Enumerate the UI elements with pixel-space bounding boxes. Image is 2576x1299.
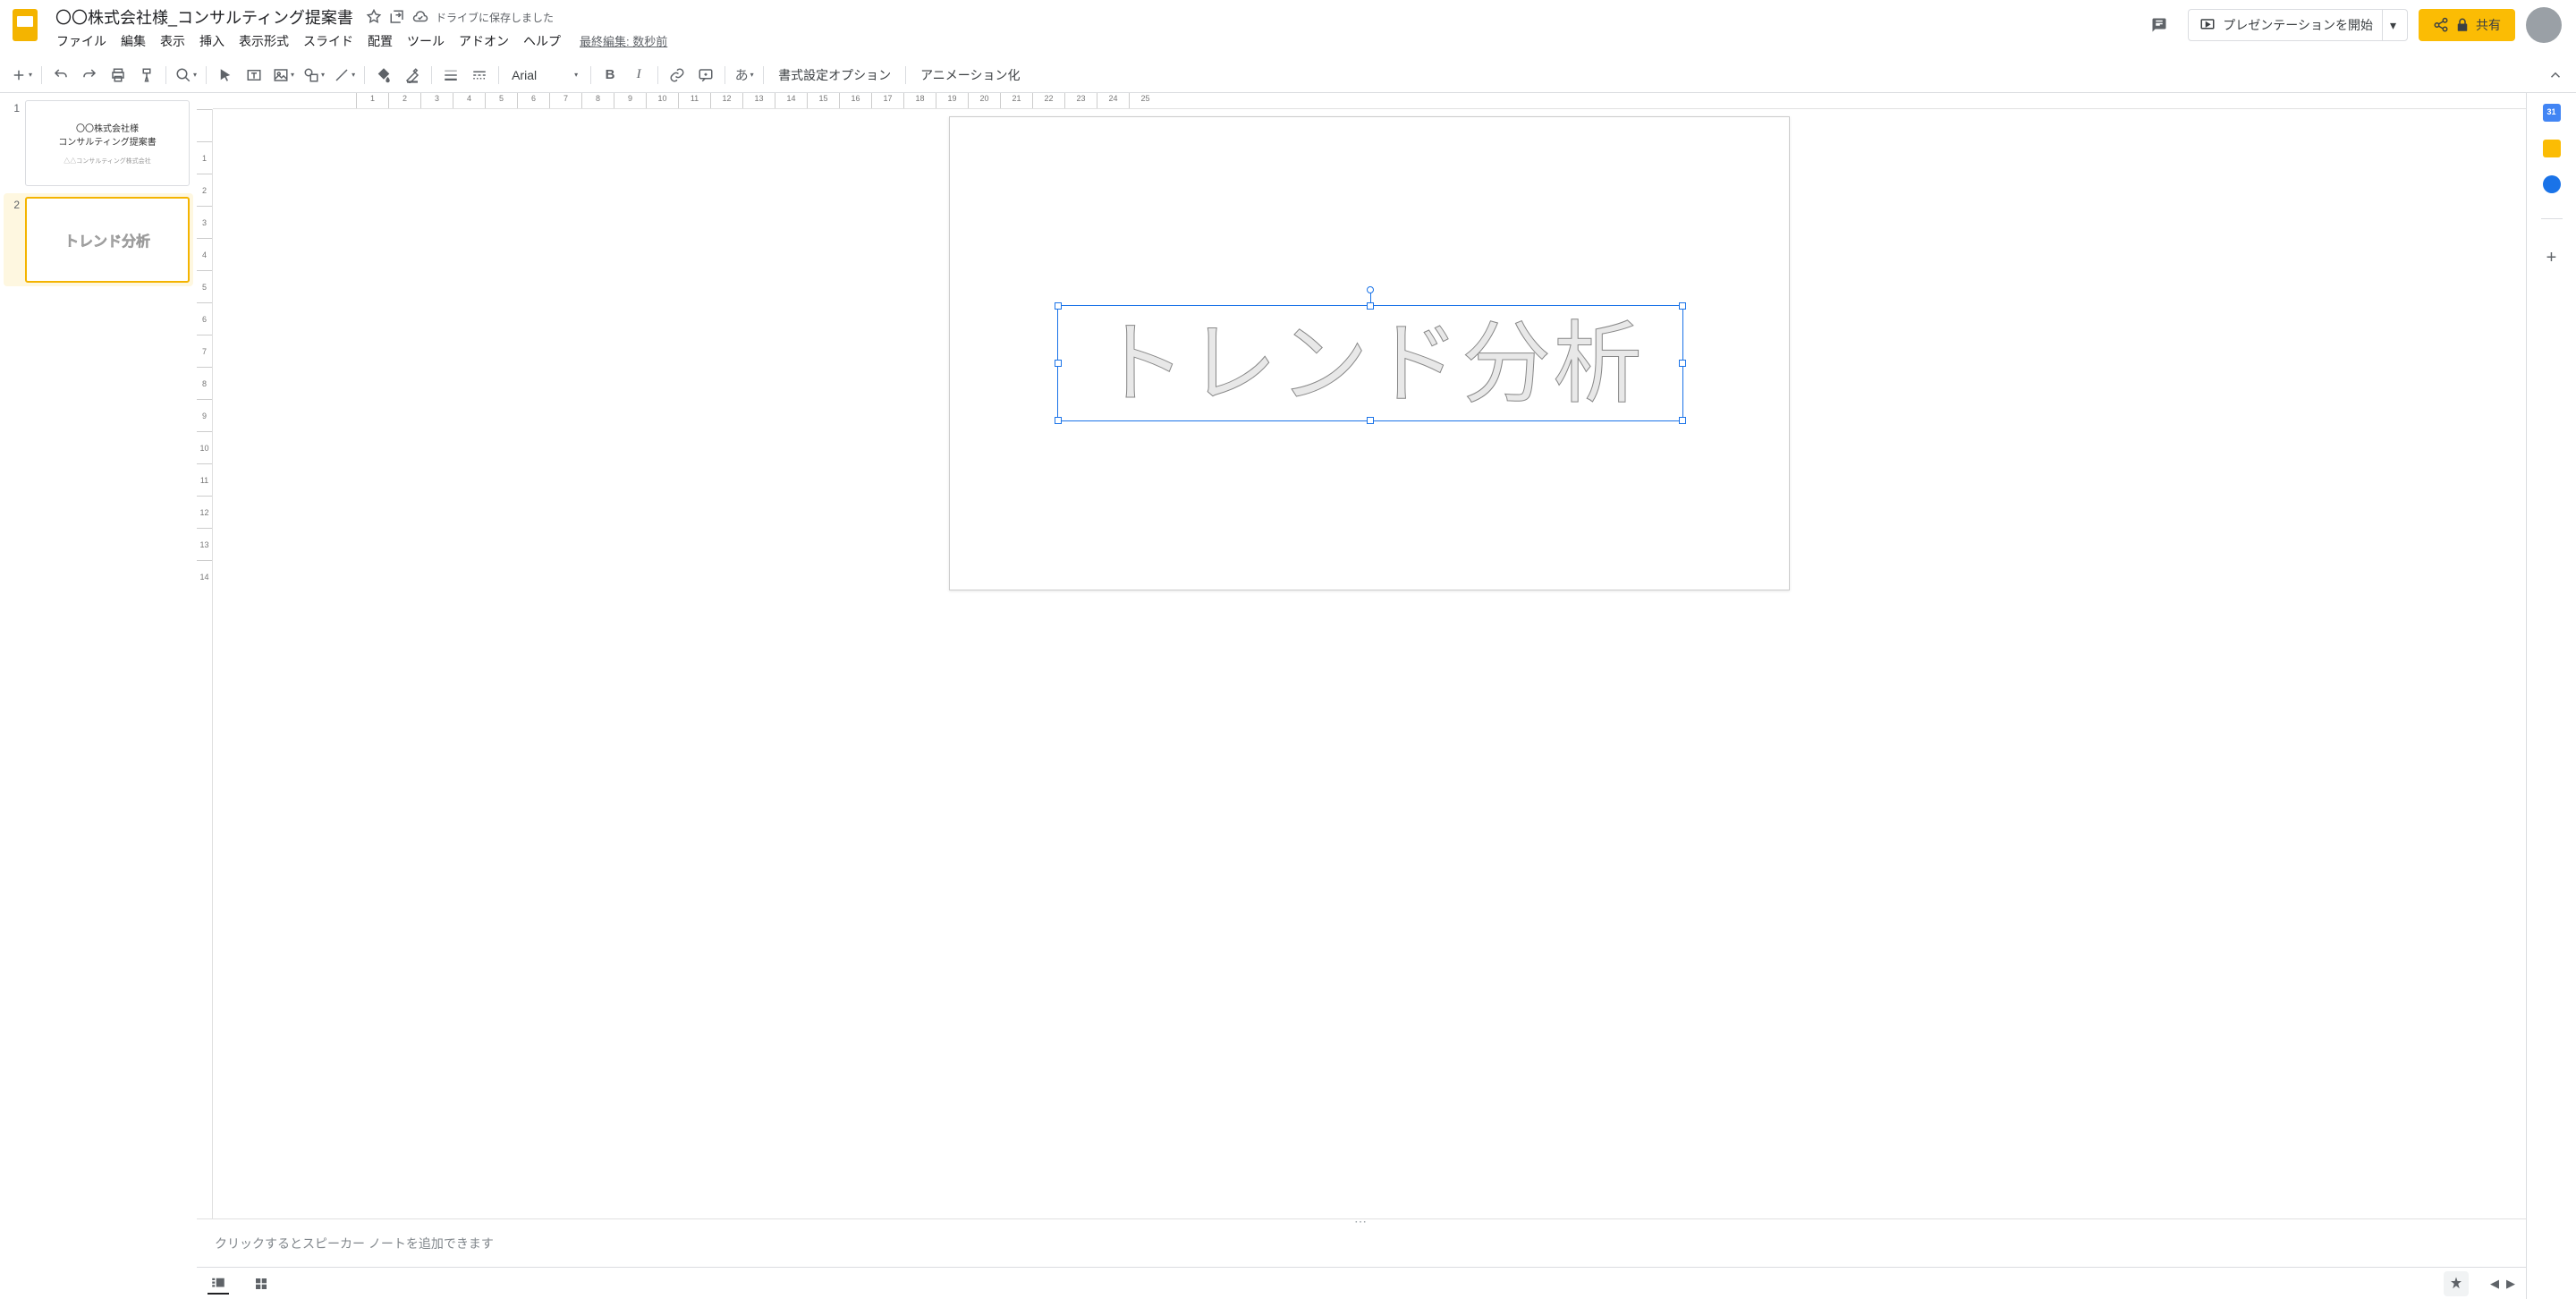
resize-handle[interactable] [1055, 302, 1062, 310]
slide-canvas[interactable]: トレンド分析 [949, 116, 1790, 590]
add-addon-icon[interactable]: + [2543, 248, 2561, 266]
present-dropdown[interactable]: ▾ [2382, 10, 2396, 40]
resize-handle[interactable] [1367, 302, 1374, 310]
save-status: ドライブに保存しました [436, 10, 554, 25]
menu-slide[interactable]: スライド [297, 29, 360, 54]
thumb-number: 1 [7, 100, 20, 186]
menu-file[interactable]: ファイル [50, 29, 113, 54]
prev-slide-icon[interactable]: ◀ [2490, 1277, 2499, 1291]
slide-thumbnail-1[interactable]: 〇〇株式会社様 コンサルティング提案書 △△コンサルティング株式会社 [25, 100, 190, 186]
vertical-ruler: 1234567891011121314 [197, 109, 213, 1218]
slides-logo[interactable] [7, 7, 43, 43]
side-panel: + [2526, 93, 2576, 1299]
menu-tools[interactable]: ツール [401, 29, 451, 54]
present-button[interactable]: プレゼンテーションを開始 ▾ [2188, 9, 2408, 41]
new-slide-button[interactable] [7, 63, 36, 88]
zoom-button[interactable] [172, 63, 200, 88]
share-button[interactable]: 共有 [2419, 9, 2515, 41]
paint-format-button[interactable] [133, 63, 160, 88]
resize-handle[interactable] [1679, 302, 1686, 310]
wordart-object[interactable]: トレンド分析 [1057, 305, 1683, 421]
fill-color-button[interactable] [370, 63, 397, 88]
menu-view[interactable]: 表示 [154, 29, 191, 54]
thumb-number: 2 [7, 197, 20, 283]
select-tool[interactable] [212, 63, 239, 88]
resize-handle[interactable] [1679, 360, 1686, 367]
menu-format[interactable]: 表示形式 [233, 29, 295, 54]
shape-tool[interactable] [300, 63, 328, 88]
grid-view-button[interactable] [250, 1273, 272, 1295]
menu-addons[interactable]: アドオン [453, 29, 515, 54]
redo-button[interactable] [76, 63, 103, 88]
tasks-icon[interactable] [2543, 175, 2561, 193]
resize-handle[interactable] [1055, 360, 1062, 367]
border-color-button[interactable] [399, 63, 426, 88]
resize-handle[interactable] [1679, 417, 1686, 424]
calendar-icon[interactable] [2543, 104, 2561, 122]
share-label: 共有 [2476, 16, 2501, 34]
slide-thumbnail-2[interactable]: トレンド分析 [25, 197, 190, 283]
present-label: プレゼンテーションを開始 [2223, 16, 2373, 34]
rotate-handle[interactable] [1367, 286, 1374, 293]
link-button[interactable] [664, 63, 691, 88]
undo-button[interactable] [47, 63, 74, 88]
last-edit-link[interactable]: 最終編集: 数秒前 [580, 29, 667, 54]
font-selector[interactable]: Arial [504, 63, 585, 88]
resize-handle[interactable] [1367, 417, 1374, 424]
horizontal-ruler: 1234567891011121314151617181920212223242… [213, 93, 2526, 109]
format-options-button[interactable]: 書式設定オプション [769, 66, 900, 84]
menu-edit[interactable]: 編集 [114, 29, 152, 54]
comment-button[interactable] [692, 63, 719, 88]
menu-help[interactable]: ヘルプ [517, 29, 567, 54]
star-icon[interactable] [366, 9, 382, 25]
wordart-text[interactable]: トレンド分析 [1058, 306, 1682, 422]
image-tool[interactable] [269, 63, 298, 88]
move-icon[interactable] [389, 9, 405, 25]
next-slide-icon[interactable]: ▶ [2506, 1277, 2515, 1291]
animate-button[interactable]: アニメーション化 [911, 66, 1029, 84]
thumbnail-panel: 1 〇〇株式会社様 コンサルティング提案書 △△コンサルティング株式会社 2 ト… [0, 93, 197, 1299]
keep-icon[interactable] [2543, 140, 2561, 157]
border-weight-button[interactable] [437, 63, 464, 88]
italic-button[interactable]: I [625, 63, 652, 88]
resize-handle[interactable] [1055, 417, 1062, 424]
filmstrip-view-button[interactable] [208, 1273, 229, 1295]
explore-button[interactable] [2444, 1271, 2469, 1296]
textbox-tool[interactable] [241, 63, 267, 88]
border-dash-button[interactable] [466, 63, 493, 88]
cloud-saved-icon[interactable] [412, 9, 428, 25]
collapse-toolbar-button[interactable] [2542, 63, 2569, 88]
print-button[interactable] [105, 63, 131, 88]
account-avatar[interactable] [2526, 7, 2562, 43]
speaker-notes[interactable]: クリックするとスピーカー ノートを追加できます [197, 1224, 2526, 1267]
line-tool[interactable] [330, 63, 359, 88]
input-tools-button[interactable]: あ [731, 63, 758, 88]
menu-insert[interactable]: 挿入 [193, 29, 231, 54]
document-title[interactable]: 〇〇株式会社様_コンサルティング提案書 [50, 4, 359, 30]
bold-button[interactable]: B [597, 63, 623, 88]
menu-arrange[interactable]: 配置 [361, 29, 399, 54]
comments-button[interactable] [2141, 7, 2177, 43]
